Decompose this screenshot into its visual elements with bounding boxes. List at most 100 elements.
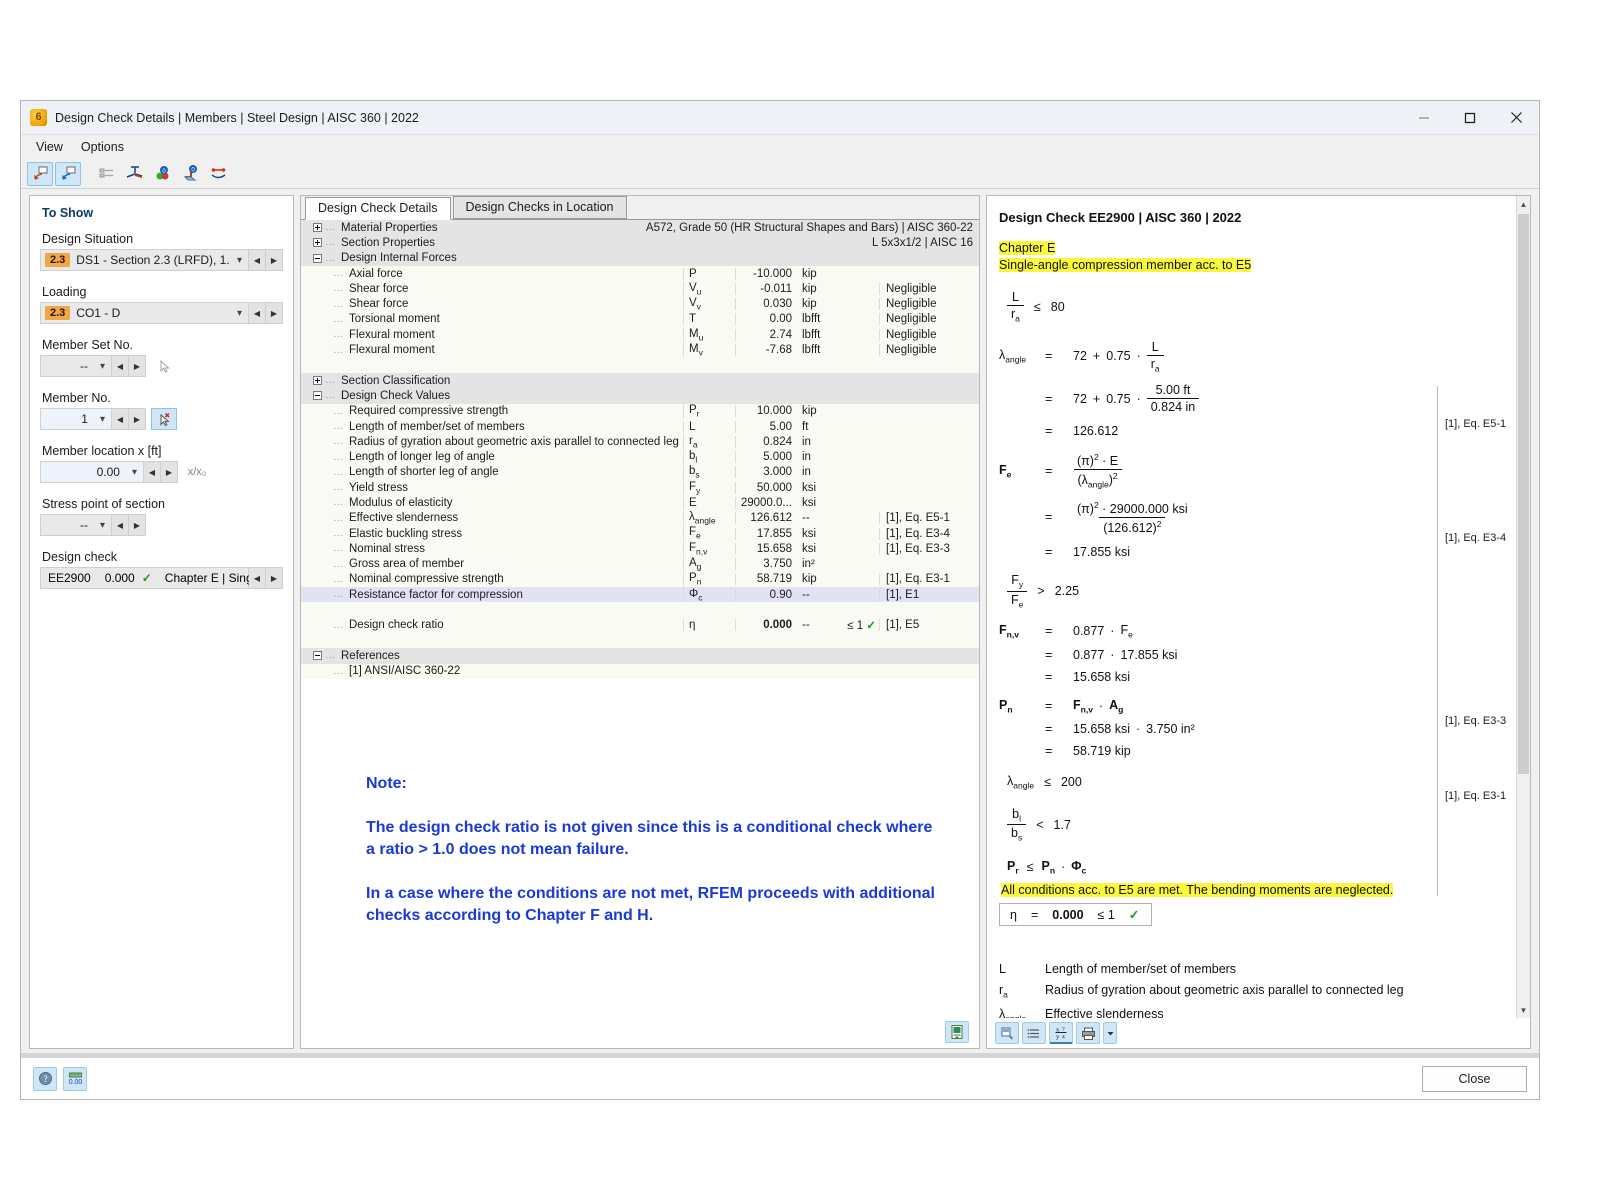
loading-value: CO1 - D — [76, 306, 121, 320]
tab-design-check-details[interactable]: Design Check Details — [305, 197, 451, 220]
result-diagram-icon[interactable]: 0 — [149, 162, 175, 186]
relative-location-toggle[interactable]: x/x₀ — [183, 461, 211, 483]
internal-forces-icon[interactable] — [121, 162, 147, 186]
member-list-icon[interactable] — [93, 162, 119, 186]
units-icon[interactable]: 0.00 — [63, 1066, 87, 1091]
tree-group-row[interactable]: … Material Properties A572, Grade 50 (HR S… — [301, 220, 979, 236]
detail-scrollbar[interactable]: ▲ ▼ — [1516, 196, 1530, 1018]
member-pick-icon[interactable] — [151, 408, 177, 430]
pn-equation-line1: Pn = Fn,v · Ag — [999, 697, 1124, 715]
tab-design-checks-in-location[interactable]: Design Checks in Location — [452, 196, 627, 219]
section-info-icon[interactable]: 0 — [177, 162, 203, 186]
tree-group-row[interactable]: … Section Properties L 5x3x1/2 | AISC 16 — [301, 235, 979, 251]
previous-check-icon[interactable] — [27, 161, 53, 186]
tree-data-row[interactable]: … Axial force P -10.000 kip — [301, 265, 979, 282]
tree-data-row[interactable]: … Modulus of elasticity E 29000.0... ksi — [301, 495, 979, 511]
menu-item-view[interactable]: View — [27, 138, 72, 156]
tree-group-row[interactable]: … Design Internal Forces — [301, 250, 979, 266]
tree-data-row[interactable]: … Yield stress Fy 50.000 ksi — [301, 480, 979, 496]
tree-data-row[interactable]: … Length of shorter leg of angle bs 3.000 in — [301, 464, 979, 481]
tree-group-row[interactable]: … References — [301, 648, 979, 664]
chevron-down-icon[interactable]: ▾ — [126, 467, 143, 478]
member-no-select[interactable]: 1 ▾ — [40, 408, 112, 430]
chevron-down-icon[interactable]: ▾ — [94, 361, 111, 372]
next-check-icon[interactable] — [55, 161, 81, 186]
expand-icon[interactable] — [313, 238, 322, 248]
tree-group-row[interactable]: … Section Classification — [301, 372, 979, 389]
tree-data-row[interactable]: … Shear force Vv 0.030 kip Negligible — [301, 296, 979, 312]
stress-point-select[interactable]: -- ▾ — [40, 514, 112, 536]
tree-data-row[interactable]: … [1] ANSI/AISC 360-22 — [301, 663, 979, 679]
collapse-icon[interactable] — [313, 651, 322, 661]
tree-connector: … — [333, 543, 344, 555]
tree-data-row[interactable]: … Gross area of member Ag 3.750 in² — [301, 556, 979, 572]
tree-data-row[interactable]: … Effective slenderness λangle 126.612 -- [1]… — [301, 510, 979, 526]
export-to-xlsx-icon[interactable] — [945, 1021, 969, 1043]
scroll-down-icon[interactable]: ▼ — [1517, 1002, 1530, 1018]
member-location-prev-button[interactable]: ◀ — [144, 461, 161, 483]
tree-data-row[interactable]: … Elastic buckling stress Fe 17.855 ksi [1], … — [301, 525, 979, 542]
tree-group-row[interactable]: … Design Check Values — [301, 388, 979, 404]
maximize-icon[interactable] — [1447, 101, 1493, 135]
chevron-down-icon[interactable]: ▾ — [231, 308, 248, 319]
status-bar: ? 0.00 Close — [21, 1057, 1539, 1099]
loading-select[interactable]: 2.3 CO1 - D ▾ — [40, 302, 249, 324]
member-set-no-select[interactable]: -- ▾ — [40, 355, 112, 377]
minimize-icon[interactable] — [1401, 101, 1447, 135]
member-set-no-next-button[interactable]: ▶ — [129, 355, 146, 377]
member-location-next-button[interactable]: ▶ — [161, 461, 178, 483]
dropdown-icon[interactable] — [1103, 1022, 1117, 1044]
condition-leg-ratio: bl bs < 1.7 — [1007, 807, 1506, 843]
tree-data-row[interactable]: … Nominal compressive strength Pn 58.719 kip… — [301, 571, 979, 588]
member-no-prev-button[interactable]: ◀ — [112, 408, 129, 430]
member-set-pick-icon[interactable] — [151, 355, 177, 377]
loading-next-button[interactable]: ▶ — [266, 302, 283, 324]
tree-data-row[interactable]: … Flexural moment Mu 2.74 lbfft Negligible — [301, 327, 979, 343]
design-check-next-button[interactable]: ▶ — [266, 567, 283, 589]
scroll-up-icon[interactable]: ▲ — [1517, 196, 1530, 212]
formula-icon[interactable]: x 7 y 4 — [1049, 1022, 1073, 1044]
expand-icon[interactable] — [313, 223, 322, 233]
chevron-down-icon[interactable]: ▾ — [94, 520, 111, 531]
menu-item-options[interactable]: Options — [72, 138, 133, 156]
design-situation-prev-button[interactable]: ◀ — [249, 249, 266, 271]
close-icon[interactable] — [1493, 101, 1539, 135]
design-situation-next-button[interactable]: ▶ — [266, 249, 283, 271]
close-button[interactable]: Close — [1422, 1065, 1527, 1092]
member-location-input[interactable]: 0.00 ▾ — [40, 461, 144, 483]
tree-data-row[interactable]: … Nominal stress Fn,v 15.658 ksi [1], Eq. E3-… — [301, 541, 979, 557]
tree-data-row[interactable]: … Resistance factor for compression Φc 0.90… — [301, 587, 979, 603]
collapse-icon[interactable] — [313, 391, 322, 401]
tree-data-row[interactable]: … Shear force Vu -0.011 kip Negligible — [301, 281, 979, 297]
tree-data-row[interactable]: … Radius of gyration about geometric axis… — [301, 434, 979, 450]
member-set-no-prev-button[interactable]: ◀ — [112, 355, 129, 377]
tree-data-row[interactable]: … Length of longer leg of angle bl 5.000 in — [301, 449, 979, 465]
tree-data-row[interactable]: … Flexural moment Mv -7.68 lbfft Negligible — [301, 342, 979, 358]
note-paragraph-2: In a case where the conditions are not m… — [366, 885, 935, 925]
tree-data-row[interactable]: … Torsional moment T 0.00 lbfft Negligible — [301, 311, 979, 328]
chevron-down-icon[interactable]: ▾ — [94, 414, 111, 425]
row-value: 3.750 — [735, 558, 797, 571]
design-situation-select[interactable]: 2.3 DS1 - Section 2.3 (LRFD), 1. to... ▾ — [40, 249, 249, 271]
stress-point-next-button[interactable]: ▶ — [129, 514, 146, 536]
design-check-tree[interactable]: … Material Properties A572, Grade 50 (HR S… — [301, 220, 979, 746]
tree-connector: … — [333, 298, 344, 310]
print-icon[interactable] — [1076, 1022, 1100, 1044]
design-check-select[interactable]: EE2900 0.000 ✓ Chapter E | Sing... ▾ — [40, 567, 281, 589]
help-icon[interactable]: ? — [33, 1066, 57, 1091]
export-icon[interactable] — [995, 1022, 1019, 1044]
tree-data-row[interactable]: … Length of member/set of members L 5.00 ft — [301, 418, 979, 435]
legend-item: λangle Effective slenderness — [999, 1007, 1506, 1018]
chevron-down-icon[interactable]: ▾ — [231, 255, 248, 266]
expand-icon[interactable] — [313, 376, 322, 386]
tree-data-row[interactable]: … Design check ratio η 0.000 -- ≤ 1 ✓ [1], E5 — [301, 617, 979, 634]
scrollbar-thumb[interactable] — [1518, 214, 1529, 774]
design-check-prev-button[interactable]: ◀ — [249, 567, 266, 589]
stress-point-prev-button[interactable]: ◀ — [112, 514, 129, 536]
member-no-next-button[interactable]: ▶ — [129, 408, 146, 430]
deformation-icon[interactable] — [205, 162, 231, 186]
collapse-icon[interactable] — [313, 253, 322, 263]
tree-data-row[interactable]: … Required compressive strength Pr 10.000 ki… — [301, 403, 979, 419]
list-icon[interactable] — [1022, 1022, 1046, 1044]
loading-prev-button[interactable]: ◀ — [249, 302, 266, 324]
